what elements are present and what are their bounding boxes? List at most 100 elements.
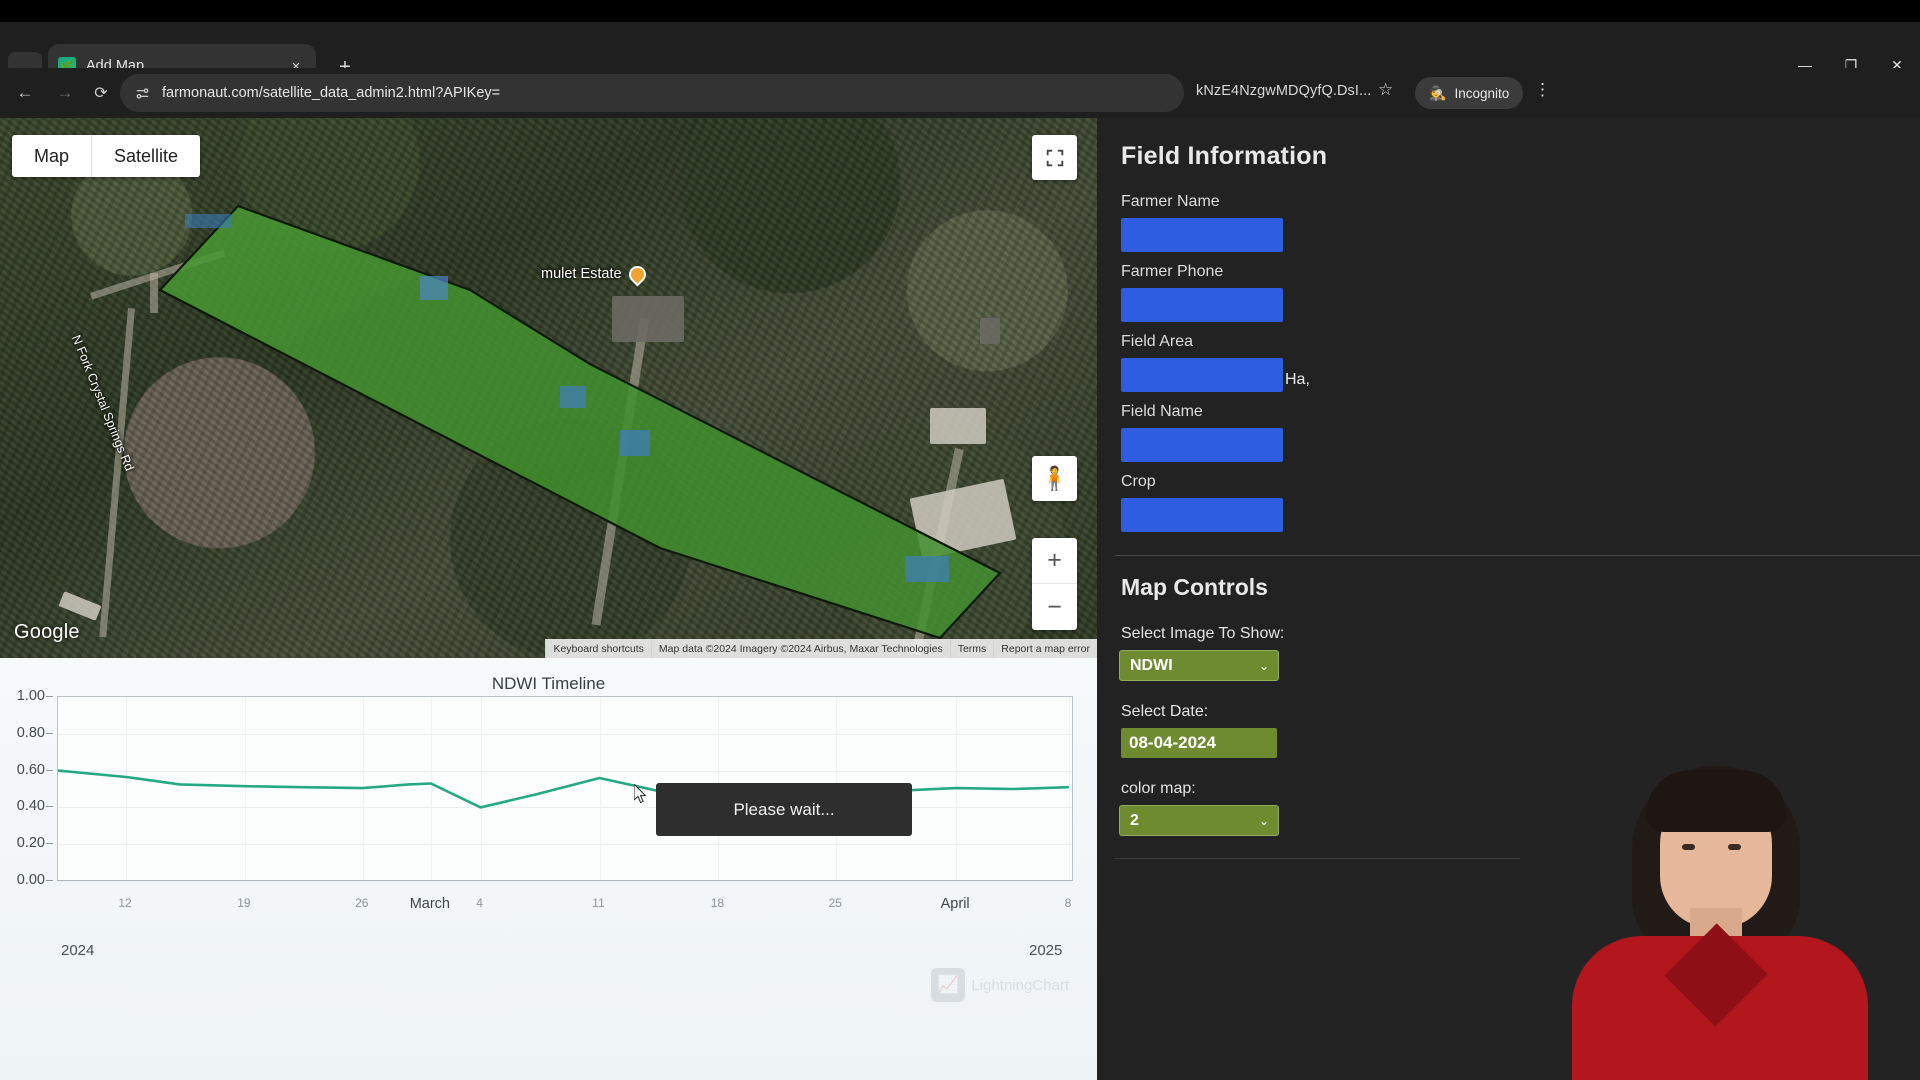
color-map-value: 2	[1130, 811, 1139, 829]
chart-x-tick: April	[940, 896, 970, 912]
select-date-input[interactable]: 08-04-2024	[1121, 728, 1277, 758]
incognito-indicator[interactable]: 🕵 Incognito	[1415, 77, 1524, 109]
field-input-4[interactable]	[1121, 498, 1283, 532]
chart-series-ndwi	[58, 769, 1069, 809]
select-image-value: NDWI	[1130, 656, 1173, 674]
field-input-2[interactable]	[1121, 358, 1283, 392]
navigation-bar: ← → ⟳ farmonaut.com/satellite_data_admin…	[0, 68, 1920, 118]
chart-y-tick-mark	[46, 696, 53, 697]
field-input-row	[1121, 498, 1920, 543]
report-map-error-link[interactable]: Report a map error	[993, 639, 1097, 658]
field-input-3[interactable]	[1121, 428, 1283, 462]
zoom-out-button[interactable]: −	[1032, 584, 1077, 630]
field-input-row	[1121, 218, 1920, 263]
field-input-1[interactable]	[1121, 288, 1283, 322]
google-logo: Google	[14, 621, 80, 643]
fullscreen-icon[interactable]	[1032, 135, 1077, 180]
chart-y-tick: 1.00	[16, 688, 45, 704]
sidebar-bottom-rule	[1115, 858, 1920, 859]
select-image-dropdown[interactable]: NDWI ⌄	[1119, 650, 1279, 681]
map-zoom-controls[interactable]: + −	[1032, 538, 1077, 630]
chart-y-tick: 0.20	[16, 835, 45, 852]
browser-menu-icon[interactable]: ⋮	[1534, 80, 1551, 100]
field-group: Field Area Ha,	[1121, 333, 1920, 403]
color-map-label: color map:	[1121, 780, 1196, 797]
field-label-1: Farmer Phone	[1121, 263, 1224, 280]
chart-y-tick: 0.80	[16, 724, 45, 741]
field-label-2: Field Area	[1121, 333, 1194, 350]
field-suffix-2: Ha,	[1285, 371, 1310, 388]
presenter-eye-right	[1728, 844, 1741, 850]
map-place-label: mulet Estate	[541, 266, 622, 282]
reload-icon[interactable]: ⟳	[84, 76, 118, 110]
map-type-satellite-button[interactable]: Satellite	[91, 135, 200, 177]
presenter-collar	[1664, 923, 1768, 1027]
back-icon[interactable]: ←	[8, 76, 42, 110]
bookmark-star-icon[interactable]: ☆	[1378, 80, 1393, 100]
page-content: mulet Estate N Fork Crystal Springs Rd M…	[0, 118, 1920, 1080]
chart-y-tick-mark	[46, 880, 53, 881]
map-data-attribution: Map data ©2024 Imagery ©2024 Airbus, Max…	[650, 639, 950, 658]
chart-x-tick: 12	[118, 896, 132, 910]
chart-y-tick-mark	[46, 806, 53, 808]
terms-link[interactable]: Terms	[949, 639, 994, 658]
chart-gridline	[58, 881, 1072, 882]
field-label-4: Crop	[1121, 473, 1156, 490]
chart-plot-area[interactable]	[57, 696, 1073, 882]
chart-x-tick: 4	[476, 896, 483, 910]
incognito-hat-icon: 🕵	[1429, 84, 1447, 101]
chevron-down-icon: ⌄	[1258, 658, 1269, 673]
presenter-neck	[1690, 908, 1742, 954]
presenter-eye-left	[1682, 844, 1695, 850]
chart-year-start: 2024	[61, 942, 95, 959]
color-map-dropdown[interactable]: 2 ⌄	[1119, 805, 1279, 836]
map-controls-heading: Map Controls	[1121, 574, 1268, 600]
field-label-0: Farmer Name	[1121, 193, 1220, 210]
field-input-0[interactable]	[1121, 218, 1283, 252]
lightningchart-watermark: 📈 LightningChart	[931, 968, 1069, 1002]
chart-y-tick-mark	[46, 732, 53, 734]
chart-y-tick-mark	[46, 769, 53, 771]
field-input-row	[1121, 428, 1920, 473]
chart-x-tick: 25	[828, 896, 842, 910]
field-input-row: Ha,	[1121, 358, 1920, 403]
chart-watermark-label: LightningChart	[971, 976, 1069, 994]
ndwi-timeline-chart[interactable]: NDWI Timeline 📈 LightningChart Please wa…	[0, 658, 1097, 1080]
chart-year-end: 2025	[1029, 942, 1063, 959]
chart-y-tick-mark	[46, 843, 53, 845]
street-view-pegman-icon[interactable]: 🧍	[1032, 456, 1077, 501]
chart-x-tick: 26	[355, 896, 369, 910]
chart-x-tick: 19	[237, 896, 251, 910]
please-wait-toast: Please wait...	[656, 783, 912, 836]
map-type-switcher[interactable]: Map Satellite	[12, 135, 201, 177]
address-bar[interactable]: farmonaut.com/satellite_data_admin2.html…	[120, 74, 1184, 112]
site-settings-icon[interactable]	[134, 85, 151, 102]
field-group: Crop	[1121, 473, 1920, 543]
chart-x-tick: March	[409, 896, 451, 912]
satellite-map[interactable]: mulet Estate N Fork Crystal Springs Rd M…	[0, 118, 1097, 658]
screen: ⌄ 🌿 Add Map × + — ❐ ✕ ← → ⟳ farmonaut.co…	[0, 0, 1920, 1080]
keyboard-shortcuts-link[interactable]: Keyboard shortcuts	[545, 639, 651, 658]
field-boundary-polygon[interactable]	[0, 118, 1097, 658]
chart-x-axis	[57, 880, 1073, 881]
select-date-label: Select Date:	[1121, 703, 1209, 720]
browser-window: ⌄ 🌿 Add Map × + — ❐ ✕ ← → ⟳ farmonaut.co…	[0, 22, 1920, 1080]
select-date-value: 08-04-2024	[1129, 733, 1216, 752]
field-information-heading: Field Information	[1121, 142, 1328, 170]
incognito-label: Incognito	[1454, 85, 1510, 101]
field-input-row	[1121, 288, 1920, 333]
mouse-cursor-icon	[634, 784, 647, 804]
field-group: Farmer Phone	[1121, 263, 1920, 333]
field-group: Farmer Name	[1121, 193, 1920, 263]
chart-title: NDWI Timeline	[491, 674, 606, 693]
forward-icon[interactable]: →	[48, 76, 82, 110]
chart-logo-icon: 📈	[931, 968, 966, 1002]
chart-y-tick: 0.60	[16, 761, 45, 778]
chart-x-tick: 11	[592, 896, 605, 910]
map-type-map-button[interactable]: Map	[12, 135, 91, 177]
field-label-3: Field Name	[1121, 403, 1203, 420]
chart-y-tick: 0.40	[16, 798, 45, 815]
zoom-in-button[interactable]: +	[1032, 538, 1077, 584]
chart-x-tick: 18	[710, 896, 725, 910]
url-text: farmonaut.com/satellite_data_admin2.html…	[162, 85, 501, 101]
